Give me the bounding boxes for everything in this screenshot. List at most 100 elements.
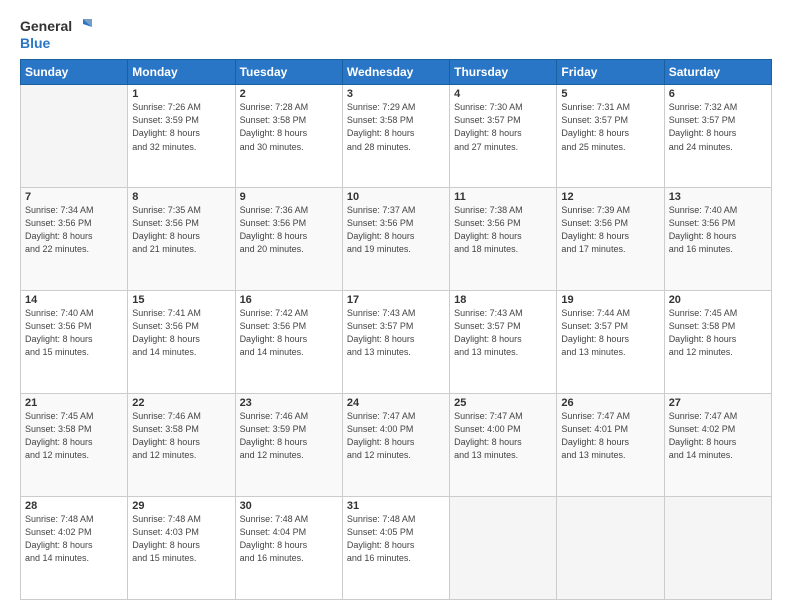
day-info: Sunrise: 7:48 AM Sunset: 4:03 PM Dayligh… xyxy=(132,513,230,565)
day-info: Sunrise: 7:34 AM Sunset: 3:56 PM Dayligh… xyxy=(25,204,123,256)
calendar-cell: 7Sunrise: 7:34 AM Sunset: 3:56 PM Daylig… xyxy=(21,188,128,291)
day-info: Sunrise: 7:35 AM Sunset: 3:56 PM Dayligh… xyxy=(132,204,230,256)
calendar-cell: 15Sunrise: 7:41 AM Sunset: 3:56 PM Dayli… xyxy=(128,291,235,394)
day-info: Sunrise: 7:26 AM Sunset: 3:59 PM Dayligh… xyxy=(132,101,230,153)
calendar-cell xyxy=(21,85,128,188)
day-number: 28 xyxy=(25,500,123,512)
calendar-cell: 6Sunrise: 7:32 AM Sunset: 3:57 PM Daylig… xyxy=(664,85,771,188)
day-number: 20 xyxy=(669,294,767,306)
day-info: Sunrise: 7:28 AM Sunset: 3:58 PM Dayligh… xyxy=(240,101,338,153)
day-info: Sunrise: 7:44 AM Sunset: 3:57 PM Dayligh… xyxy=(561,307,659,359)
logo-general-text: General xyxy=(20,19,72,34)
day-info: Sunrise: 7:39 AM Sunset: 3:56 PM Dayligh… xyxy=(561,204,659,256)
day-number: 27 xyxy=(669,397,767,409)
day-number: 3 xyxy=(347,88,445,100)
calendar-cell xyxy=(664,497,771,600)
calendar-cell: 17Sunrise: 7:43 AM Sunset: 3:57 PM Dayli… xyxy=(342,291,449,394)
logo-bird-icon xyxy=(74,18,92,36)
day-number: 18 xyxy=(454,294,552,306)
day-number: 31 xyxy=(347,500,445,512)
calendar-header-tuesday: Tuesday xyxy=(235,60,342,85)
day-info: Sunrise: 7:41 AM Sunset: 3:56 PM Dayligh… xyxy=(132,307,230,359)
logo: General Blue xyxy=(20,18,92,51)
day-number: 29 xyxy=(132,500,230,512)
day-number: 26 xyxy=(561,397,659,409)
day-info: Sunrise: 7:46 AM Sunset: 3:58 PM Dayligh… xyxy=(132,410,230,462)
calendar-cell: 4Sunrise: 7:30 AM Sunset: 3:57 PM Daylig… xyxy=(450,85,557,188)
day-info: Sunrise: 7:29 AM Sunset: 3:58 PM Dayligh… xyxy=(347,101,445,153)
calendar-cell: 16Sunrise: 7:42 AM Sunset: 3:56 PM Dayli… xyxy=(235,291,342,394)
day-number: 25 xyxy=(454,397,552,409)
calendar-cell: 3Sunrise: 7:29 AM Sunset: 3:58 PM Daylig… xyxy=(342,85,449,188)
calendar-cell: 8Sunrise: 7:35 AM Sunset: 3:56 PM Daylig… xyxy=(128,188,235,291)
day-info: Sunrise: 7:48 AM Sunset: 4:02 PM Dayligh… xyxy=(25,513,123,565)
day-number: 8 xyxy=(132,191,230,203)
day-info: Sunrise: 7:48 AM Sunset: 4:04 PM Dayligh… xyxy=(240,513,338,565)
calendar-header-thursday: Thursday xyxy=(450,60,557,85)
day-info: Sunrise: 7:47 AM Sunset: 4:00 PM Dayligh… xyxy=(347,410,445,462)
day-info: Sunrise: 7:40 AM Sunset: 3:56 PM Dayligh… xyxy=(669,204,767,256)
calendar-header-wednesday: Wednesday xyxy=(342,60,449,85)
day-info: Sunrise: 7:47 AM Sunset: 4:02 PM Dayligh… xyxy=(669,410,767,462)
calendar-cell: 31Sunrise: 7:48 AM Sunset: 4:05 PM Dayli… xyxy=(342,497,449,600)
day-number: 4 xyxy=(454,88,552,100)
day-number: 12 xyxy=(561,191,659,203)
day-number: 10 xyxy=(347,191,445,203)
day-info: Sunrise: 7:47 AM Sunset: 4:00 PM Dayligh… xyxy=(454,410,552,462)
calendar-cell xyxy=(450,497,557,600)
calendar-cell: 5Sunrise: 7:31 AM Sunset: 3:57 PM Daylig… xyxy=(557,85,664,188)
day-info: Sunrise: 7:47 AM Sunset: 4:01 PM Dayligh… xyxy=(561,410,659,462)
calendar-cell: 27Sunrise: 7:47 AM Sunset: 4:02 PM Dayli… xyxy=(664,394,771,497)
day-info: Sunrise: 7:42 AM Sunset: 3:56 PM Dayligh… xyxy=(240,307,338,359)
calendar-cell xyxy=(557,497,664,600)
calendar-header-saturday: Saturday xyxy=(664,60,771,85)
calendar-cell: 10Sunrise: 7:37 AM Sunset: 3:56 PM Dayli… xyxy=(342,188,449,291)
calendar-cell: 18Sunrise: 7:43 AM Sunset: 3:57 PM Dayli… xyxy=(450,291,557,394)
day-number: 6 xyxy=(669,88,767,100)
day-info: Sunrise: 7:36 AM Sunset: 3:56 PM Dayligh… xyxy=(240,204,338,256)
calendar-week-1: 1Sunrise: 7:26 AM Sunset: 3:59 PM Daylig… xyxy=(21,85,772,188)
calendar-cell: 19Sunrise: 7:44 AM Sunset: 3:57 PM Dayli… xyxy=(557,291,664,394)
day-info: Sunrise: 7:43 AM Sunset: 3:57 PM Dayligh… xyxy=(454,307,552,359)
day-info: Sunrise: 7:45 AM Sunset: 3:58 PM Dayligh… xyxy=(25,410,123,462)
day-info: Sunrise: 7:30 AM Sunset: 3:57 PM Dayligh… xyxy=(454,101,552,153)
day-info: Sunrise: 7:37 AM Sunset: 3:56 PM Dayligh… xyxy=(347,204,445,256)
calendar-cell: 26Sunrise: 7:47 AM Sunset: 4:01 PM Dayli… xyxy=(557,394,664,497)
calendar-cell: 24Sunrise: 7:47 AM Sunset: 4:00 PM Dayli… xyxy=(342,394,449,497)
calendar-header-sunday: Sunday xyxy=(21,60,128,85)
calendar-header-monday: Monday xyxy=(128,60,235,85)
day-number: 1 xyxy=(132,88,230,100)
day-number: 11 xyxy=(454,191,552,203)
day-info: Sunrise: 7:43 AM Sunset: 3:57 PM Dayligh… xyxy=(347,307,445,359)
calendar-week-3: 14Sunrise: 7:40 AM Sunset: 3:56 PM Dayli… xyxy=(21,291,772,394)
day-number: 23 xyxy=(240,397,338,409)
day-info: Sunrise: 7:40 AM Sunset: 3:56 PM Dayligh… xyxy=(25,307,123,359)
calendar-cell: 1Sunrise: 7:26 AM Sunset: 3:59 PM Daylig… xyxy=(128,85,235,188)
day-info: Sunrise: 7:45 AM Sunset: 3:58 PM Dayligh… xyxy=(669,307,767,359)
calendar-cell: 21Sunrise: 7:45 AM Sunset: 3:58 PM Dayli… xyxy=(21,394,128,497)
day-number: 17 xyxy=(347,294,445,306)
calendar-cell: 14Sunrise: 7:40 AM Sunset: 3:56 PM Dayli… xyxy=(21,291,128,394)
day-number: 2 xyxy=(240,88,338,100)
calendar-table: SundayMondayTuesdayWednesdayThursdayFrid… xyxy=(20,59,772,600)
day-info: Sunrise: 7:32 AM Sunset: 3:57 PM Dayligh… xyxy=(669,101,767,153)
calendar-cell: 11Sunrise: 7:38 AM Sunset: 3:56 PM Dayli… xyxy=(450,188,557,291)
day-info: Sunrise: 7:31 AM Sunset: 3:57 PM Dayligh… xyxy=(561,101,659,153)
calendar-header-friday: Friday xyxy=(557,60,664,85)
day-number: 30 xyxy=(240,500,338,512)
calendar-cell: 20Sunrise: 7:45 AM Sunset: 3:58 PM Dayli… xyxy=(664,291,771,394)
day-number: 15 xyxy=(132,294,230,306)
calendar-header-row: SundayMondayTuesdayWednesdayThursdayFrid… xyxy=(21,60,772,85)
day-number: 24 xyxy=(347,397,445,409)
calendar-week-5: 28Sunrise: 7:48 AM Sunset: 4:02 PM Dayli… xyxy=(21,497,772,600)
page-header: General Blue xyxy=(20,18,772,51)
calendar-cell: 28Sunrise: 7:48 AM Sunset: 4:02 PM Dayli… xyxy=(21,497,128,600)
day-number: 9 xyxy=(240,191,338,203)
day-number: 13 xyxy=(669,191,767,203)
calendar-cell: 9Sunrise: 7:36 AM Sunset: 3:56 PM Daylig… xyxy=(235,188,342,291)
calendar-cell: 30Sunrise: 7:48 AM Sunset: 4:04 PM Dayli… xyxy=(235,497,342,600)
logo-blue-text: Blue xyxy=(20,36,50,51)
calendar-page: General Blue SundayMondayTuesdayWednesda… xyxy=(0,0,792,612)
day-number: 19 xyxy=(561,294,659,306)
calendar-week-4: 21Sunrise: 7:45 AM Sunset: 3:58 PM Dayli… xyxy=(21,394,772,497)
